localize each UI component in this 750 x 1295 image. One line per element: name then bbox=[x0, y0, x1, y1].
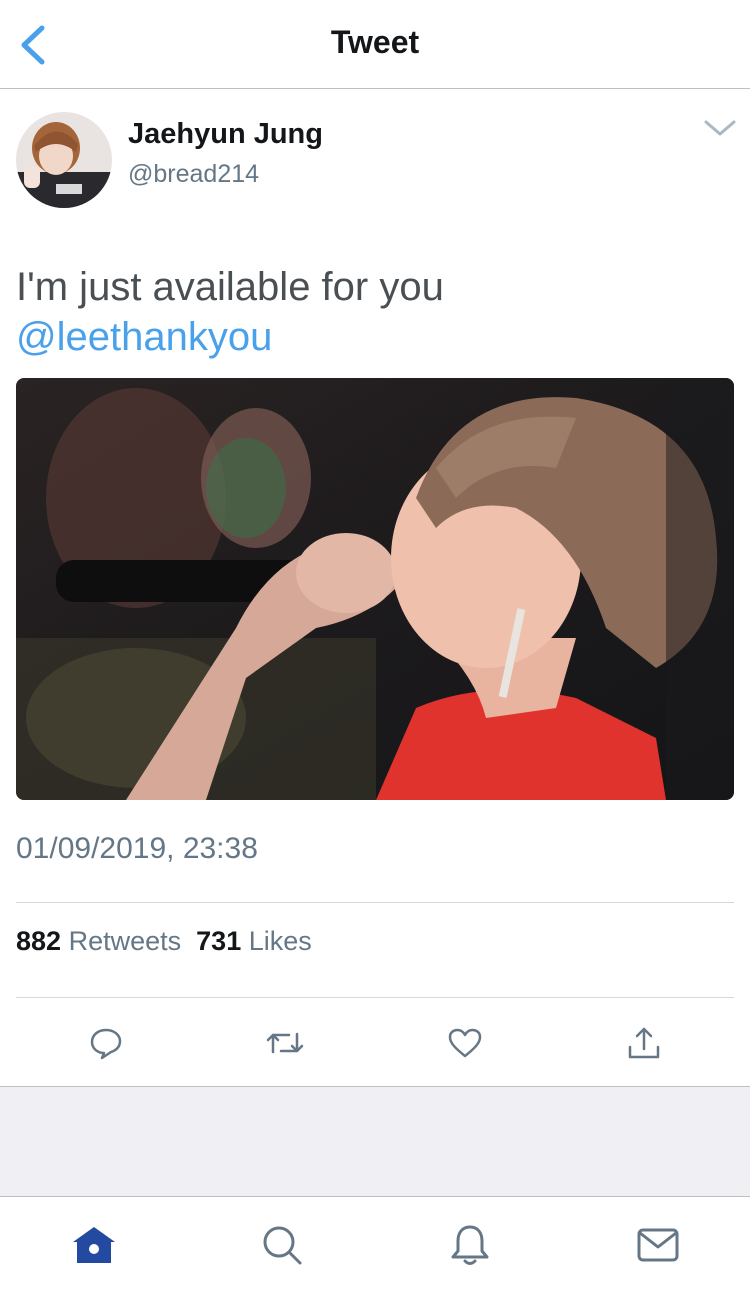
like-button[interactable] bbox=[437, 1020, 493, 1066]
chevron-down-icon bbox=[704, 120, 736, 136]
page-title: Tweet bbox=[330, 24, 420, 60]
reply-icon bbox=[90, 1028, 122, 1060]
author-name[interactable]: Jaehyun Jung bbox=[128, 118, 323, 151]
tab-search[interactable] bbox=[256, 1220, 308, 1270]
messages-icon bbox=[637, 1228, 679, 1262]
home-icon bbox=[73, 1227, 115, 1263]
share-icon bbox=[628, 1027, 660, 1059]
search-icon bbox=[263, 1226, 302, 1265]
more-options-button[interactable] bbox=[700, 112, 740, 144]
author-handle[interactable]: @bread214 bbox=[128, 160, 259, 189]
mention-link[interactable]: @leethankyou bbox=[16, 315, 272, 359]
retweet-button[interactable] bbox=[257, 1020, 313, 1066]
divider bbox=[16, 902, 734, 903]
tweet-timestamp: 01/09/2019, 23:38 bbox=[16, 832, 258, 865]
tab-notifications[interactable] bbox=[444, 1220, 496, 1270]
likes-stat[interactable]: 731 Likes bbox=[196, 926, 312, 956]
divider bbox=[16, 997, 734, 998]
retweets-label: Retweets bbox=[68, 926, 182, 956]
likes-count: 731 bbox=[196, 926, 242, 956]
reply-button[interactable] bbox=[78, 1020, 134, 1066]
share-button[interactable] bbox=[616, 1020, 672, 1066]
empty-replies-area bbox=[0, 1087, 750, 1196]
tweet-body: I'm just available for you bbox=[16, 265, 444, 309]
retweets-count: 882 bbox=[16, 926, 62, 956]
retweet-icon bbox=[266, 1032, 304, 1054]
tab-home[interactable] bbox=[68, 1220, 120, 1270]
avatar-image bbox=[16, 112, 112, 208]
avatar[interactable] bbox=[16, 112, 112, 208]
retweets-stat[interactable]: 882 Retweets bbox=[16, 926, 181, 956]
tweet-media-image[interactable] bbox=[16, 378, 734, 800]
tweet-text: I'm just available for you @leethankyou bbox=[16, 262, 736, 362]
tweet-stats: 882 Retweets 731 Likes bbox=[16, 926, 312, 957]
likes-label: Likes bbox=[248, 926, 312, 956]
tab-messages[interactable] bbox=[632, 1220, 684, 1270]
notifications-icon bbox=[451, 1225, 489, 1265]
concert-photo bbox=[16, 378, 734, 800]
like-icon bbox=[448, 1028, 482, 1058]
